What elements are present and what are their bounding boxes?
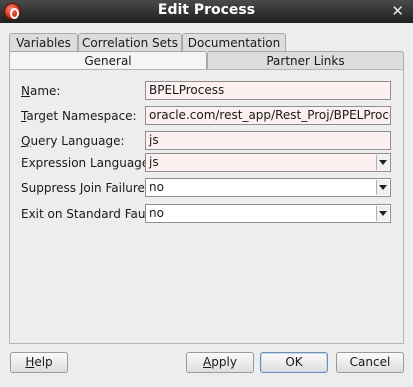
chevron-down-icon[interactable] bbox=[376, 206, 389, 221]
suppress-join-failure-label-text: Suppress Join Failure: bbox=[21, 181, 149, 195]
dialog-title: Edit Process bbox=[157, 2, 256, 18]
query-language-field[interactable]: js bbox=[145, 131, 391, 150]
tab-general[interactable]: General bbox=[9, 51, 207, 70]
name-label: Name: bbox=[21, 84, 61, 98]
ok-button-label: OK bbox=[285, 355, 303, 369]
apply-button[interactable]: Apply bbox=[186, 352, 254, 373]
exit-on-standard-fault-label: Exit on Standard Fault: bbox=[21, 207, 158, 221]
expression-language-label: Expression Language: bbox=[21, 156, 153, 170]
query-language-label: Query Language: bbox=[21, 134, 125, 148]
expression-language-label-text: Expression Language: bbox=[21, 156, 154, 170]
apply-button-label: Apply bbox=[203, 355, 237, 369]
help-button[interactable]: Help bbox=[10, 352, 68, 373]
chevron-down-icon[interactable] bbox=[376, 180, 389, 195]
title-bar: Edit Process ✕ bbox=[0, 0, 413, 23]
expression-language-value: js bbox=[149, 155, 159, 169]
ok-button[interactable]: OK bbox=[260, 352, 328, 373]
tab-label: Correlation Sets bbox=[82, 36, 178, 50]
tab-label: Documentation bbox=[187, 36, 281, 50]
close-icon[interactable]: ✕ bbox=[391, 1, 404, 21]
target-namespace-field[interactable]: oracle.com/rest_app/Rest_Proj/BPELProces… bbox=[145, 106, 391, 125]
expression-language-select[interactable]: js bbox=[145, 153, 391, 172]
tab-variables[interactable]: Variables bbox=[9, 33, 78, 52]
cancel-button-label: Cancel bbox=[349, 355, 391, 369]
tab-partner-links[interactable]: Partner Links bbox=[207, 51, 404, 70]
cancel-button[interactable]: Cancel bbox=[336, 352, 404, 373]
exit-on-standard-fault-select[interactable]: no bbox=[145, 204, 391, 223]
exit-on-standard-fault-label-text: Exit on Standard Fault: bbox=[21, 207, 158, 221]
help-button-label: Help bbox=[25, 355, 53, 369]
suppress-join-failure-value: no bbox=[149, 180, 164, 194]
tab-documentation[interactable]: Documentation bbox=[182, 33, 286, 52]
tab-label: General bbox=[84, 54, 132, 68]
suppress-join-failure-select[interactable]: no bbox=[145, 178, 391, 197]
chevron-down-icon[interactable] bbox=[376, 155, 389, 170]
suppress-join-failure-label: Suppress Join Failure: bbox=[21, 181, 149, 195]
target-namespace-label: Target Namespace: bbox=[21, 109, 137, 123]
tab-label: Partner Links bbox=[266, 54, 345, 68]
exit-on-standard-fault-value: no bbox=[149, 206, 164, 220]
tab-correlation-sets[interactable]: Correlation Sets bbox=[78, 33, 182, 52]
name-field[interactable]: BPELProcess bbox=[145, 81, 391, 100]
tab-label: Variables bbox=[16, 36, 71, 50]
